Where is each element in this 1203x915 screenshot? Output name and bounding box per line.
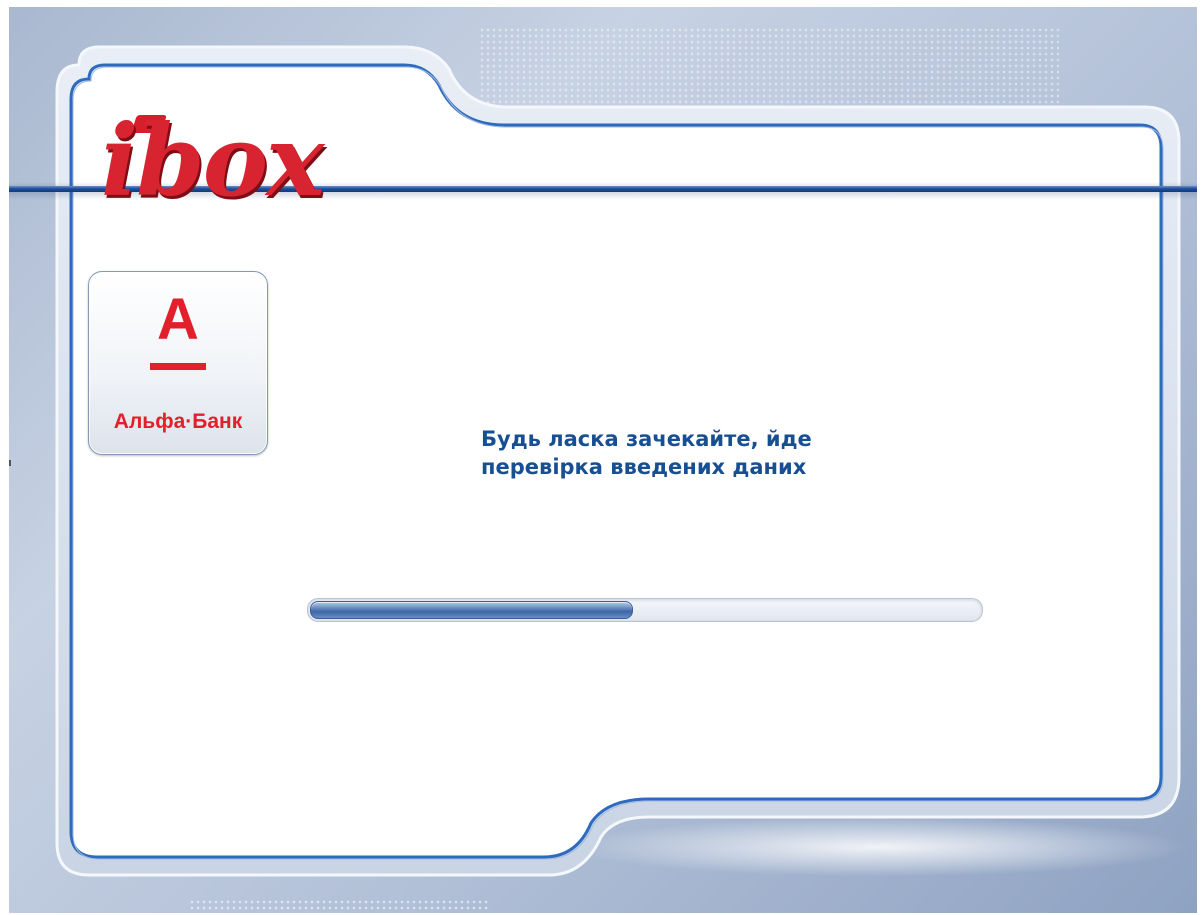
progress-fill [310, 601, 633, 619]
ibox-logo: ibox [101, 104, 325, 219]
bank-name: Альфа·Банк [113, 410, 243, 433]
status-message: Будь ласка зачекайте, йде перевірка введ… [481, 425, 901, 481]
kiosk-frame: ibox А Альфа·Банк Будь ласка зачекайте, … [9, 7, 1197, 913]
edge-mark [9, 460, 11, 466]
progress-bar [307, 598, 983, 622]
bank-logo-tile: А Альфа·Банк [88, 271, 268, 455]
status-line-2: перевірка введених даних [481, 455, 807, 479]
bank-logo-underline [150, 363, 206, 370]
bank-logo-letter: А [157, 287, 199, 352]
logo-text: ibox [101, 104, 325, 219]
status-line-1: Будь ласка зачекайте, йде [481, 427, 812, 451]
